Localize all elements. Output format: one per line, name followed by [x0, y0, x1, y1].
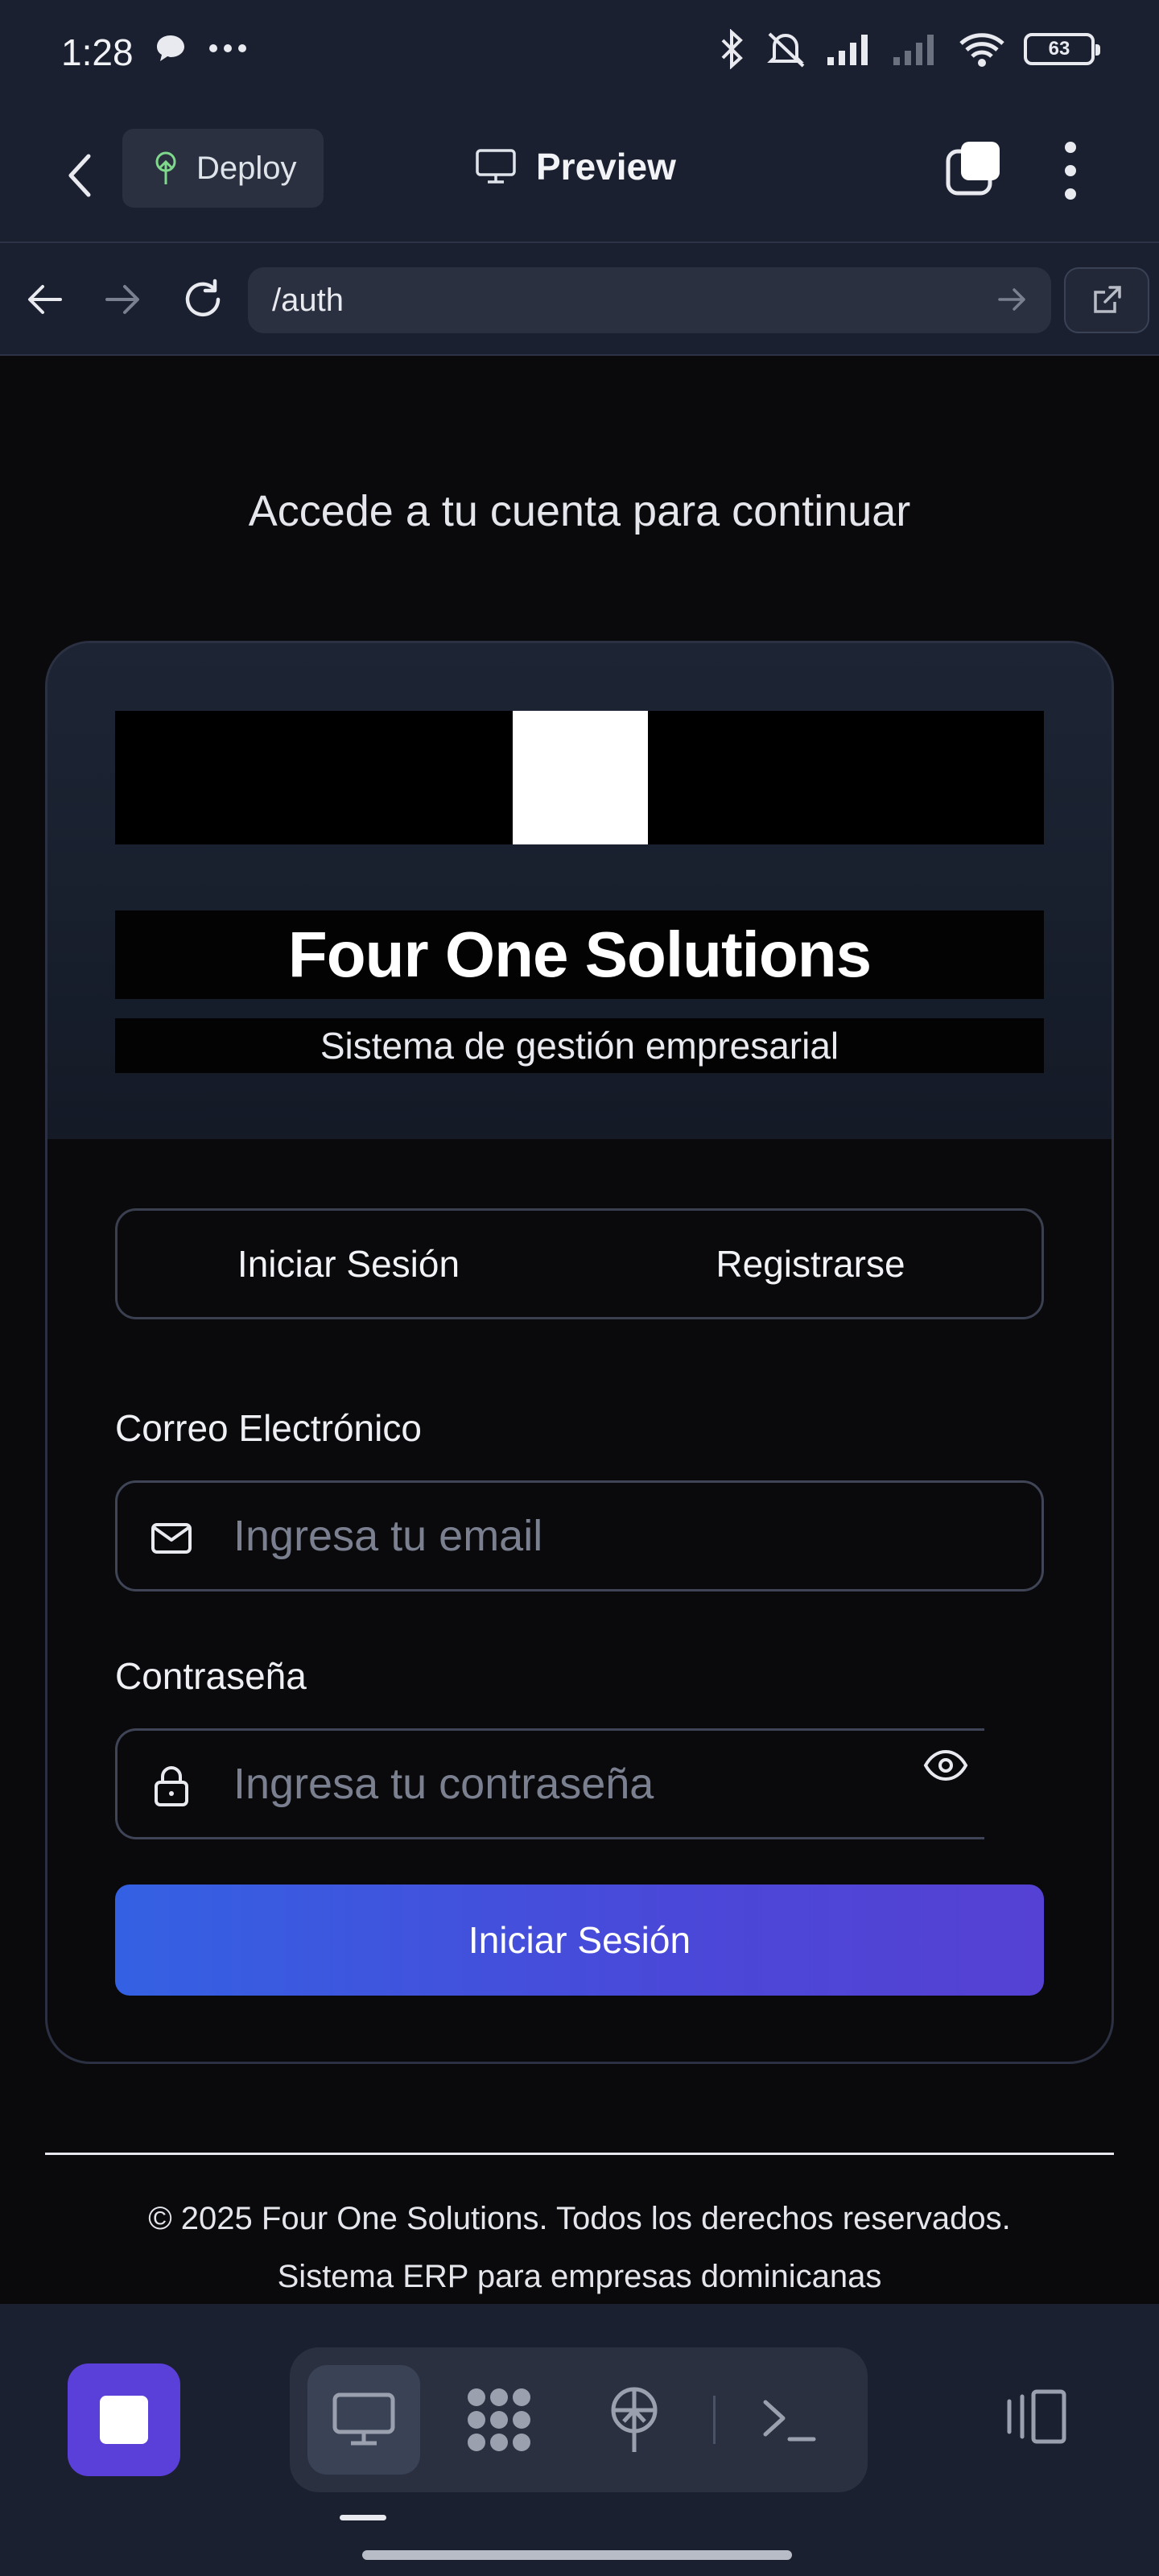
lock-icon	[155, 1766, 188, 1806]
more-dot	[1065, 188, 1076, 200]
more-dot	[1065, 142, 1076, 153]
brand-name: Four One Solutions	[115, 910, 1044, 999]
go-arrow-icon[interactable]	[996, 285, 1029, 314]
email-placeholder: Ingresa tu email	[233, 1512, 543, 1560]
card-header: Four One Solutions Sistema de gestión em…	[47, 643, 1112, 1139]
tools-button[interactable]	[443, 2365, 555, 2475]
status-bar: 1:28 63	[0, 0, 1159, 113]
signal-weak-icon	[893, 35, 934, 65]
mute-icon	[767, 32, 805, 68]
login-card: Four One Solutions Sistema de gestión em…	[45, 641, 1114, 2064]
footer-description: Sistema ERP para empresas dominicanas	[277, 2259, 882, 2294]
bluetooth-icon	[721, 29, 743, 69]
arrow-left-icon	[28, 285, 62, 314]
password-placeholder: Ingresa tu contraseña	[233, 1760, 654, 1808]
open-external-button[interactable]	[1064, 267, 1149, 333]
footer-copyright: © 2025 Four One Solutions. Todos los der…	[148, 2201, 1011, 2236]
status-system-icons: 63	[718, 29, 1100, 69]
browser-toolbar: /auth	[0, 242, 1159, 356]
tab-login[interactable]: Iniciar Sesión	[118, 1211, 580, 1317]
chevron-left-icon	[68, 154, 91, 197]
login-submit-button[interactable]: Iniciar Sesión	[115, 1885, 1044, 1996]
status-time: 1:28	[61, 31, 134, 73]
battery-indicator: 63	[1024, 33, 1100, 65]
more-dots-icon	[209, 44, 246, 52]
email-field[interactable]: Ingresa tu email	[115, 1480, 1044, 1591]
deploy-tool-button[interactable]	[578, 2365, 691, 2475]
password-label: Contraseña	[115, 1655, 307, 1697]
stop-icon	[100, 2396, 148, 2444]
browser-forward-button[interactable]	[98, 275, 146, 324]
email-label: Correo Electrónico	[115, 1407, 422, 1449]
panel-toggle-icon	[1007, 2389, 1066, 2444]
active-tool-indicator	[340, 2515, 386, 2520]
brand-tagline: Sistema de gestión empresarial	[115, 1018, 1044, 1073]
tools-grid-icon	[468, 2388, 530, 2451]
monitor-icon	[332, 2392, 395, 2446]
logo-image	[513, 711, 648, 844]
more-dot	[1065, 165, 1076, 176]
auth-tabs: Iniciar Sesión Registrarse	[115, 1208, 1044, 1319]
deploy-label: Deploy	[196, 150, 297, 186]
arrow-right-icon	[105, 285, 139, 314]
terminal-button[interactable]	[732, 2365, 845, 2475]
tool-separator	[713, 2396, 716, 2444]
deploy-icon	[155, 151, 176, 184]
toggle-password-visibility[interactable]	[918, 1737, 974, 1794]
signal-icon	[827, 35, 868, 65]
tool-group	[290, 2347, 868, 2492]
preview-tool-button[interactable]	[307, 2365, 420, 2475]
preview-label: Preview	[536, 146, 676, 188]
wifi-icon	[959, 33, 1004, 67]
deploy-button[interactable]: Deploy	[122, 129, 324, 208]
tab-register[interactable]: Registrarse	[580, 1211, 1041, 1317]
tabs-icon	[946, 142, 1000, 196]
monitor-icon	[476, 149, 516, 184]
reload-button[interactable]	[179, 275, 227, 324]
eye-icon	[923, 1749, 968, 1781]
page-subtitle: Accede a tu cuenta para continuar	[248, 487, 911, 535]
home-indicator[interactable]	[362, 2550, 792, 2560]
deploy-icon	[611, 2387, 658, 2452]
footer-divider	[45, 2153, 1114, 2155]
back-button[interactable]	[55, 143, 103, 208]
status-notification-icons	[155, 34, 248, 63]
browser-back-button[interactable]	[21, 275, 69, 324]
preview-title: Preview	[475, 145, 676, 188]
more-options-button[interactable]	[1054, 142, 1087, 200]
tabs-button[interactable]	[945, 140, 1001, 196]
app-header: Deploy Preview	[0, 113, 1159, 242]
password-field[interactable]: Ingresa tu contraseña	[115, 1728, 984, 1839]
chat-bubble-icon	[157, 35, 184, 61]
bottom-toolbar	[0, 2304, 1159, 2576]
reload-icon	[185, 279, 221, 317]
url-text: /auth	[272, 282, 344, 318]
stop-button[interactable]	[68, 2363, 180, 2476]
url-field[interactable]: /auth	[248, 267, 1051, 333]
external-link-icon	[1094, 286, 1121, 313]
terminal-icon	[763, 2400, 816, 2442]
mail-icon	[151, 1523, 192, 1554]
side-panel-button[interactable]	[995, 2376, 1075, 2457]
